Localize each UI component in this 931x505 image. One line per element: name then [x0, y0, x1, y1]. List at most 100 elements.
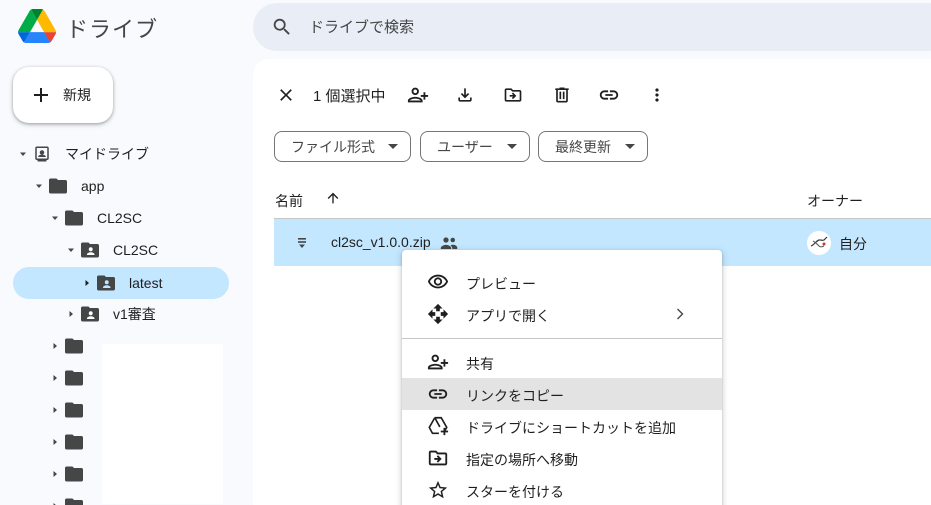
chip-label: 最終更新	[555, 138, 611, 155]
shared-people-icon	[440, 236, 458, 250]
menu-item-open-with[interactable]: アプリで開く	[402, 298, 722, 330]
move-icon	[426, 446, 450, 470]
caret-right-icon[interactable]	[51, 406, 59, 414]
person-add-icon	[407, 87, 429, 103]
redacted-area	[102, 344, 223, 504]
shared-folder-icon	[81, 306, 99, 322]
star-icon	[426, 478, 450, 502]
tree-item-folder[interactable]	[51, 427, 83, 457]
caret-right-icon[interactable]	[83, 279, 91, 287]
tree-item-label: latest	[129, 275, 163, 291]
link-icon	[426, 382, 450, 406]
menu-item-label: リンクをコピー	[466, 388, 564, 404]
menu-item-label: プレビュー	[466, 276, 536, 292]
filter-user[interactable]: ユーザー	[420, 131, 530, 162]
sort-arrow-up-icon[interactable]	[325, 190, 341, 206]
menu-item-add-shortcut[interactable]: ドライブにショートカットを追加	[402, 410, 722, 442]
menu-divider	[402, 338, 722, 339]
owner-name: 自分	[839, 236, 867, 252]
folder-icon	[65, 498, 83, 505]
filter-file-type[interactable]: ファイル形式	[274, 131, 411, 162]
avatar[interactable]	[807, 231, 831, 255]
delete-button[interactable]	[550, 83, 574, 107]
menu-item-move[interactable]: 指定の場所へ移動	[402, 442, 722, 474]
move-folder-icon	[504, 88, 522, 102]
download-icon	[458, 88, 472, 102]
tree-item-app[interactable]: app	[35, 171, 104, 201]
tree-item-folder[interactable]	[51, 363, 83, 393]
new-button-label: 新規	[63, 87, 91, 103]
menu-item-preview[interactable]: プレビュー	[402, 266, 722, 298]
add-to-drive-icon	[426, 414, 450, 438]
download-button[interactable]	[453, 83, 477, 107]
more-actions-button[interactable]	[645, 83, 669, 107]
column-header-name[interactable]: 名前	[275, 191, 303, 211]
link-icon	[599, 90, 619, 100]
menu-item-label: スターを付ける	[466, 484, 564, 500]
person-add-icon	[426, 350, 450, 374]
menu-item-label: 指定の場所へ移動	[466, 452, 578, 468]
search-icon[interactable]	[271, 16, 293, 38]
context-menu: プレビュー アプリで開く 共有 リンクをコピー ドライブにショートカットを追加 …	[402, 250, 722, 505]
zip-file-icon	[297, 237, 307, 249]
folder-icon	[65, 466, 83, 482]
tree-item-folder[interactable]	[51, 395, 83, 425]
my-drive-icon	[33, 145, 51, 163]
new-button[interactable]: 新規	[13, 67, 113, 123]
folder-icon	[65, 210, 83, 226]
tree-item-cl2sc-shared[interactable]: CL2SC	[67, 235, 158, 265]
tree-item-folder[interactable]	[51, 331, 83, 361]
caret-right-icon[interactable]	[67, 310, 75, 318]
tree-item-label: CL2SC	[113, 242, 159, 258]
filter-last-modified[interactable]: 最終更新	[538, 131, 648, 162]
column-header-owner[interactable]: オーナー	[807, 191, 863, 211]
selection-count: 1 個選択中	[313, 88, 386, 105]
folder-icon	[49, 178, 67, 194]
drive-logo[interactable]	[18, 9, 56, 43]
menu-item-share[interactable]: 共有	[402, 346, 722, 378]
shared-folder-icon	[97, 275, 115, 291]
caret-down-icon[interactable]	[67, 246, 75, 254]
menu-item-label: アプリで開く	[466, 308, 550, 324]
tree-item-label: v1審査	[113, 306, 156, 322]
caret-down-icon[interactable]	[51, 214, 59, 222]
tree-item-cl2sc[interactable]: CL2SC	[51, 203, 142, 233]
plus-icon	[29, 83, 53, 107]
tree-item-v1-review[interactable]: v1審査	[67, 299, 156, 329]
menu-item-label: 共有	[466, 356, 494, 372]
folder-icon	[65, 434, 83, 450]
caret-right-icon[interactable]	[51, 374, 59, 382]
caret-down-icon	[625, 144, 635, 150]
tree-item-latest[interactable]: latest	[83, 268, 162, 298]
share-button[interactable]	[406, 83, 430, 107]
menu-item-copy-link[interactable]: リンクをコピー	[402, 378, 722, 410]
search-bar[interactable]	[253, 3, 931, 51]
tree-item-label: app	[81, 178, 105, 194]
caret-right-icon[interactable]	[51, 342, 59, 350]
search-input[interactable]	[309, 12, 809, 42]
folder-icon	[65, 402, 83, 418]
tree-item-folder[interactable]	[51, 459, 83, 489]
folder-icon	[65, 370, 83, 386]
tree-item-label: マイドライブ	[65, 146, 149, 162]
close-icon	[280, 89, 292, 101]
open-with-icon	[426, 302, 450, 326]
caret-right-icon[interactable]	[51, 470, 59, 478]
caret-down-icon[interactable]	[35, 182, 43, 190]
chip-label: ユーザー	[437, 138, 493, 155]
menu-item-star[interactable]: スターを付ける	[402, 474, 722, 505]
tree-item-my-drive[interactable]: マイドライブ	[19, 139, 149, 169]
file-name: cl2sc_v1.0.0.zip	[331, 234, 431, 250]
caret-down-icon	[507, 144, 517, 150]
tree-item-label: CL2SC	[97, 210, 143, 226]
clear-selection-button[interactable]	[274, 83, 298, 107]
selection-toolbar: 1 個選択中	[253, 59, 931, 131]
eye-icon	[426, 270, 450, 294]
copy-link-button[interactable]	[597, 83, 621, 107]
trash-icon	[555, 87, 569, 103]
move-button[interactable]	[501, 83, 525, 107]
tree-item-folder[interactable]	[51, 491, 83, 505]
caret-right-icon[interactable]	[51, 438, 59, 446]
caret-down-icon[interactable]	[19, 150, 27, 158]
folder-icon	[65, 338, 83, 354]
